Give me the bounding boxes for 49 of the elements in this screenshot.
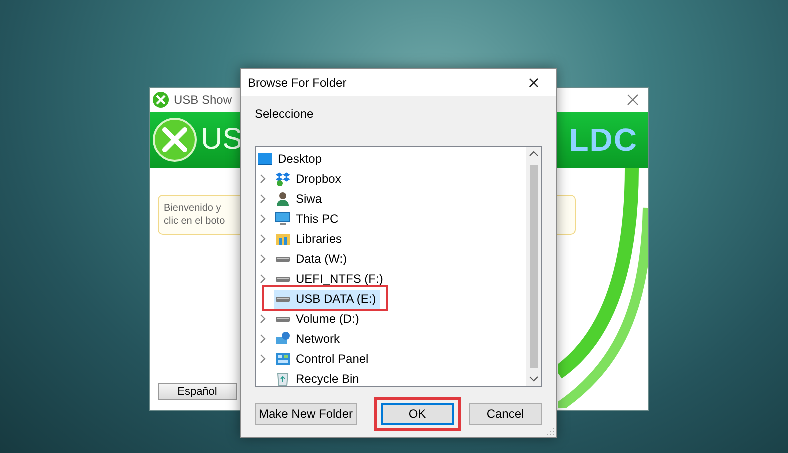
control-panel-icon	[275, 351, 291, 367]
recycle-bin-icon	[275, 371, 291, 387]
chevron-icon[interactable]	[259, 254, 267, 264]
drive-icon	[275, 256, 291, 262]
banner-text: LDC	[569, 122, 638, 158]
person-icon	[275, 191, 291, 207]
folder-icon	[275, 231, 291, 247]
drive-icon	[275, 276, 291, 282]
boxes-icon	[275, 171, 291, 187]
tree-item[interactable]: Desktop	[256, 150, 326, 168]
chevron-icon[interactable]	[259, 314, 267, 324]
prompt-text: Seleccione	[255, 107, 315, 121]
resize-grip-icon[interactable]	[547, 428, 555, 436]
dialog-button[interactable]: Make New Folder	[255, 403, 357, 425]
dialog-button[interactable]: OK	[381, 403, 454, 425]
close-button[interactable]: ×	[512, 69, 556, 96]
chevron-icon[interactable]	[259, 174, 267, 184]
chevron-icon[interactable]	[259, 354, 267, 364]
chevron-icon[interactable]	[259, 234, 267, 244]
dialog-button[interactable]: Cancel	[469, 403, 542, 425]
tree-item[interactable]: Control Panel	[274, 350, 373, 368]
close-icon[interactable]	[627, 94, 639, 106]
dialog-title: Browse For Folder	[248, 76, 348, 90]
language-button[interactable]: Español	[158, 383, 237, 400]
banner-text: US	[201, 123, 243, 157]
drive-icon	[275, 316, 291, 322]
tree-item[interactable]: USB DATA (E:)	[274, 290, 380, 308]
tree-item[interactable]: Network	[274, 330, 344, 348]
tree-item[interactable]: UEFI_NTFS (F:)	[274, 270, 388, 288]
drive-icon	[275, 296, 291, 302]
tree-item[interactable]: Data (W:)	[274, 250, 352, 268]
tree-item[interactable]: Dropbox	[274, 170, 346, 188]
network-icon	[275, 331, 291, 347]
tree-item[interactable]: Siwa	[274, 190, 326, 208]
monitor-icon	[275, 211, 291, 227]
scroll-up-icon[interactable]	[528, 151, 538, 157]
tree-item[interactable]: Recycle Bin	[274, 370, 364, 388]
scroll-down-icon[interactable]	[528, 376, 538, 382]
chevron-icon[interactable]	[259, 214, 267, 224]
chevron-icon[interactable]	[259, 194, 267, 204]
scrollbar[interactable]	[526, 147, 541, 386]
message-text: Bienvenido y clic en el boto	[164, 202, 226, 228]
chevron-icon[interactable]	[259, 274, 267, 284]
tree-item[interactable]: Volume (D:)	[274, 310, 364, 328]
monitor-icon	[257, 151, 273, 167]
tree-item[interactable]: Libraries	[274, 230, 346, 248]
tree-item[interactable]: This PC	[274, 210, 343, 228]
window-title: USB Show	[174, 93, 232, 107]
chevron-icon[interactable]	[259, 334, 267, 344]
